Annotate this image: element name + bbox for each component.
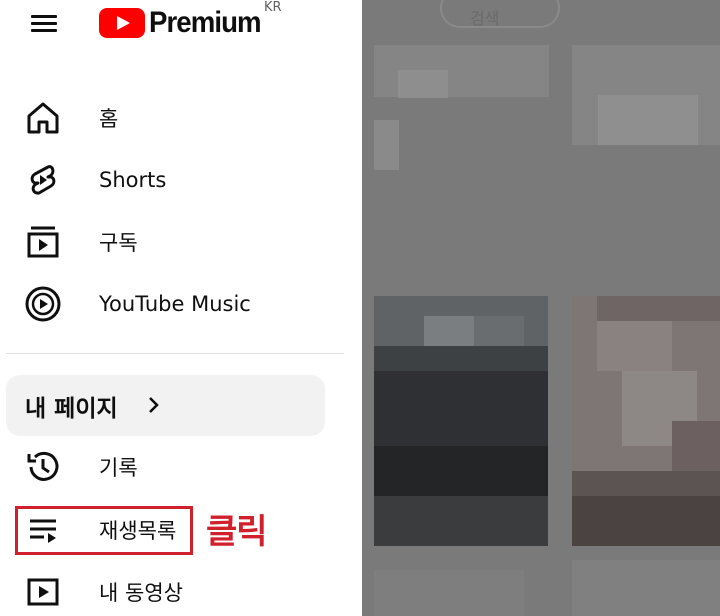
- sidebar-item-label: 홈: [99, 107, 119, 131]
- sidebar-item-label: 기록: [99, 456, 138, 480]
- logo-text: Premium: [149, 6, 262, 39]
- menu-icon[interactable]: [28, 9, 60, 37]
- my-page-label: 내 페이지: [25, 395, 118, 422]
- chevron-right-icon: [149, 397, 159, 413]
- sidebar-item-label: 구독: [99, 231, 138, 255]
- subscriptions-icon: [24, 223, 62, 261]
- highlight-box: [15, 506, 193, 555]
- sidebar-item-your-videos[interactable]: 내 동영상: [0, 566, 340, 616]
- click-annotation: 클릭: [206, 512, 268, 552]
- home-icon: [24, 99, 62, 137]
- sidebar: Premium KR 홈 Shorts 구독 YouTube Music 내 페…: [0, 0, 362, 616]
- youtube-logo-icon: [99, 8, 145, 38]
- blurred-block: [398, 70, 448, 98]
- sidebar-item-my-page[interactable]: 내 페이지: [6, 375, 325, 436]
- video-thumbnail: [572, 296, 720, 546]
- your-videos-icon: [24, 573, 62, 611]
- shorts-icon: [24, 161, 62, 199]
- region-code: KR: [264, 0, 282, 15]
- blurred-block: [374, 120, 399, 170]
- sidebar-item-youtube-music[interactable]: YouTube Music: [0, 278, 340, 330]
- sidebar-item-shorts[interactable]: Shorts: [0, 154, 340, 206]
- sidebar-item-label: YouTube Music: [99, 292, 251, 316]
- blurred-block: [598, 95, 698, 145]
- youtube-premium-logo[interactable]: Premium: [99, 5, 270, 41]
- sidebar-item-label: 내 동영상: [99, 581, 183, 605]
- blurred-content-overlay[interactable]: 검색: [362, 0, 720, 616]
- sidebar-divider: [6, 353, 344, 354]
- blurred-block: [572, 560, 720, 616]
- history-icon: [24, 448, 62, 486]
- video-thumbnail: [374, 296, 548, 546]
- sidebar-item-history[interactable]: 기록: [0, 441, 340, 493]
- sidebar-item-label: Shorts: [99, 168, 167, 192]
- sidebar-item-home[interactable]: 홈: [0, 92, 340, 144]
- search-hint: 검색: [470, 9, 500, 28]
- search-bar: [440, 0, 560, 28]
- blurred-block: [374, 570, 524, 616]
- youtube-music-icon: [24, 285, 62, 323]
- sidebar-item-subscriptions[interactable]: 구독: [0, 216, 340, 268]
